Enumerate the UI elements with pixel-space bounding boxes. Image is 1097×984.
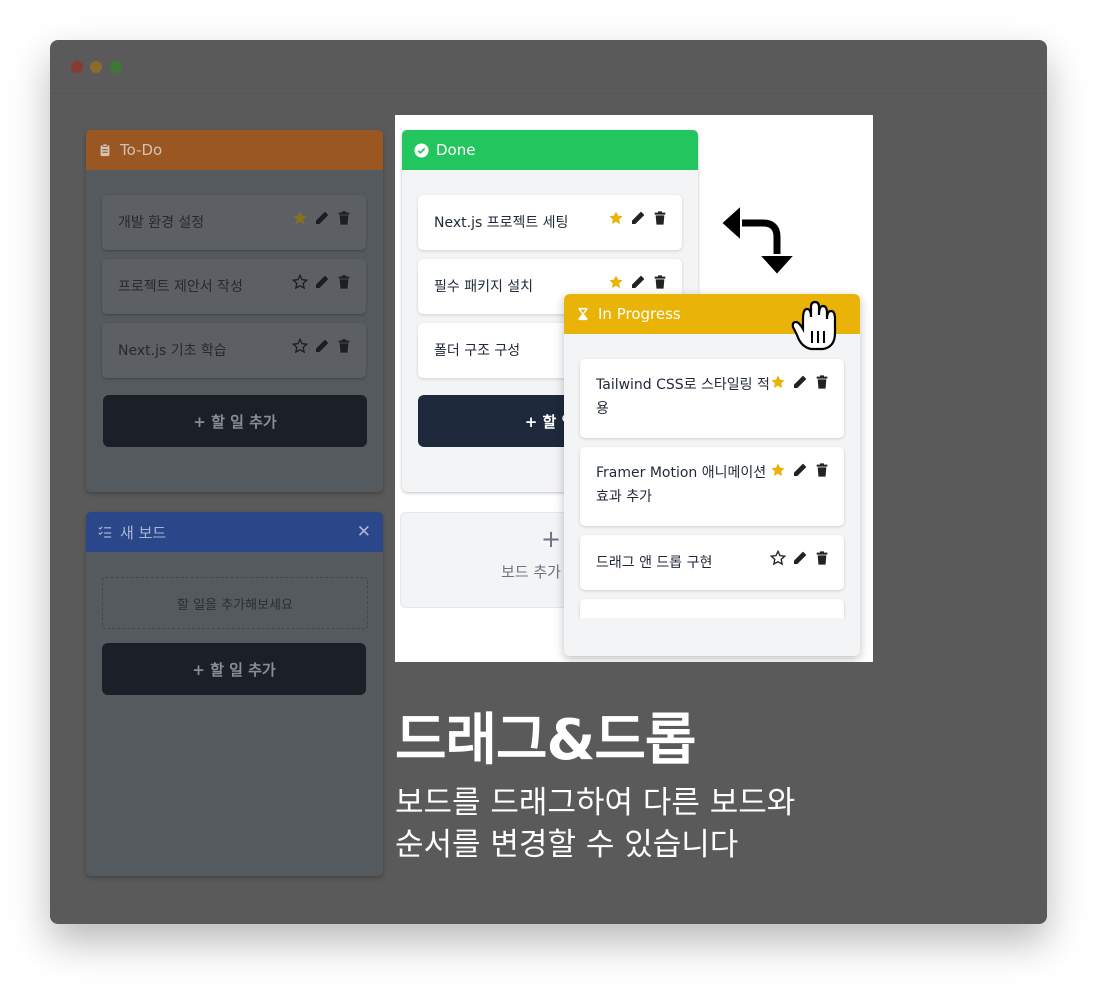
hourglass-icon xyxy=(576,307,590,321)
trash-icon[interactable] xyxy=(814,374,830,390)
task-text: 폴더 구조 구성 xyxy=(434,343,521,359)
task-text: Next.js 기초 학습 xyxy=(118,343,227,359)
task-text: Next.js 프로젝트 세팅 xyxy=(434,215,569,231)
pencil-icon[interactable] xyxy=(630,210,646,226)
add-task-button[interactable]: + 할 일 추가 xyxy=(103,395,367,447)
task-card[interactable]: Tailwind CSS로 스타일링 적용 xyxy=(580,359,844,438)
minimize-window-button[interactable] xyxy=(90,61,102,73)
caption-line: 순서를 변경할 수 있습니다 xyxy=(395,827,739,863)
star-outline-icon[interactable] xyxy=(292,274,308,290)
task-card[interactable] xyxy=(580,599,844,619)
curved-swap-arrow-icon xyxy=(719,202,798,277)
task-card[interactable]: Next.js 기초 학습 xyxy=(102,323,366,378)
task-text: 개발 환경 설정 xyxy=(118,215,205,231)
pencil-icon[interactable] xyxy=(792,374,808,390)
title-bar xyxy=(50,40,1047,94)
board-title: In Progress xyxy=(598,305,681,323)
task-text: Tailwind CSS로 스타일링 적용 xyxy=(596,377,770,417)
task-text: Framer Motion 애니메이션 효과 추가 xyxy=(596,465,767,505)
check-circle-icon xyxy=(414,143,429,158)
caption-title: 드래그&드롭 xyxy=(395,708,696,773)
pencil-icon[interactable] xyxy=(792,550,808,566)
board-header[interactable]: 새 보드 ✕ xyxy=(86,512,383,552)
trash-icon[interactable] xyxy=(814,462,830,478)
close-board-button[interactable]: ✕ xyxy=(357,522,371,542)
board-new[interactable]: 새 보드 ✕ 할 일을 추가해보세요 + 할 일 추가 xyxy=(86,512,383,876)
task-card[interactable]: 개발 환경 설정 xyxy=(102,195,366,250)
board-footer xyxy=(564,618,860,656)
board-title: To-Do xyxy=(120,141,163,159)
star-outline-icon[interactable] xyxy=(770,550,786,566)
pencil-icon[interactable] xyxy=(314,210,330,226)
pencil-icon[interactable] xyxy=(314,338,330,354)
board-header[interactable]: To-Do xyxy=(86,130,383,170)
add-task-button[interactable]: + 할 일 추가 xyxy=(102,643,366,695)
star-filled-icon[interactable] xyxy=(770,462,786,478)
trash-icon[interactable] xyxy=(336,210,352,226)
trash-icon[interactable] xyxy=(336,338,352,354)
trash-icon[interactable] xyxy=(336,274,352,290)
checklist-icon xyxy=(98,525,112,539)
trash-icon[interactable] xyxy=(814,550,830,566)
task-card[interactable]: 드래그 앤 드롭 구현 xyxy=(580,535,844,590)
grab-hand-cursor-icon xyxy=(791,300,837,351)
task-card[interactable]: Next.js 프로젝트 세팅 xyxy=(418,195,682,250)
star-outline-icon[interactable] xyxy=(292,338,308,354)
app-window: To-Do 개발 환경 설정 프로젝트 제안서 작성 Next.js 기초 학습 xyxy=(50,40,1047,924)
pencil-icon[interactable] xyxy=(314,274,330,290)
task-card[interactable]: Framer Motion 애니메이션 효과 추가 xyxy=(580,447,844,526)
board-todo[interactable]: To-Do 개발 환경 설정 프로젝트 제안서 작성 Next.js 기초 학습 xyxy=(86,130,383,492)
star-filled-icon[interactable] xyxy=(770,374,786,390)
empty-state: 할 일을 추가해보세요 xyxy=(102,577,368,629)
task-text: 필수 패키지 설치 xyxy=(434,279,534,295)
close-window-button[interactable] xyxy=(71,61,83,73)
pencil-icon[interactable] xyxy=(630,274,646,290)
board-title: 새 보드 xyxy=(120,523,167,542)
star-filled-icon[interactable] xyxy=(608,210,624,226)
board-title: Done xyxy=(436,141,476,159)
task-text: 드래그 앤 드롭 구현 xyxy=(596,555,713,571)
caption-line: 보드를 드래그하여 다른 보드와 xyxy=(395,785,796,821)
add-board-plus: + xyxy=(541,525,562,553)
star-filled-icon[interactable] xyxy=(292,210,308,226)
trash-icon[interactable] xyxy=(652,274,668,290)
trash-icon[interactable] xyxy=(652,210,668,226)
maximize-window-button[interactable] xyxy=(110,61,122,73)
caption-description: 보드를 드래그하여 다른 보드와 순서를 변경할 수 있습니다 xyxy=(395,782,795,866)
pencil-icon[interactable] xyxy=(792,462,808,478)
feature-screenshot: Done Next.js 프로젝트 세팅 필수 패키지 설치 폴더 구조 구성 … xyxy=(395,115,873,662)
task-text: 프로젝트 제안서 작성 xyxy=(118,279,243,295)
star-filled-icon[interactable] xyxy=(608,274,624,290)
task-card[interactable]: 프로젝트 제안서 작성 xyxy=(102,259,366,314)
add-board-label: 보드 추가 xyxy=(501,563,561,581)
clipboard-icon xyxy=(98,143,112,157)
board-header[interactable]: Done xyxy=(402,130,698,170)
